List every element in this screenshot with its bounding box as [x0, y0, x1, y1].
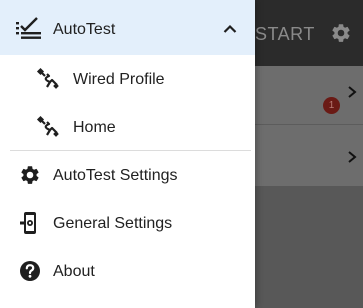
drawer-subitem-label: Wired Profile — [73, 71, 165, 88]
gear-icon — [21, 166, 39, 184]
drawer-item-label: About — [53, 263, 95, 280]
start-button[interactable]: START — [255, 24, 315, 45]
autotest-checklist-icon — [16, 17, 41, 39]
notification-badge: 1 — [323, 97, 340, 114]
drawer-item-autotest-settings[interactable]: AutoTest Settings — [0, 151, 255, 199]
drawer-subitem-label: Home — [73, 119, 116, 136]
gear-icon[interactable] — [330, 22, 352, 44]
ethernet-cable-icon — [36, 115, 59, 137]
drawer-item-about[interactable]: About — [0, 247, 255, 295]
ethernet-cable-icon — [36, 67, 59, 89]
drawer-item-label: General Settings — [53, 215, 173, 232]
chevron-right-icon[interactable] — [346, 150, 358, 164]
drawer-item-autotest[interactable]: AutoTest — [0, 0, 255, 55]
background-list-divider — [255, 124, 363, 125]
chevron-up-icon[interactable] — [223, 24, 237, 33]
device-settings-icon — [20, 212, 36, 234]
drawer-item-label: AutoTest — [53, 21, 116, 38]
navigation-drawer: AutoTest Wired Profile Home AutoTest Set… — [0, 0, 255, 308]
drawer-subitem-home[interactable]: Home — [0, 102, 255, 150]
chevron-right-icon[interactable] — [346, 85, 358, 99]
drawer-item-general-settings[interactable]: General Settings — [0, 199, 255, 247]
drawer-item-label: AutoTest Settings — [53, 167, 178, 184]
help-circle-icon — [20, 261, 40, 281]
drawer-subitem-wired-profile[interactable]: Wired Profile — [0, 55, 255, 102]
